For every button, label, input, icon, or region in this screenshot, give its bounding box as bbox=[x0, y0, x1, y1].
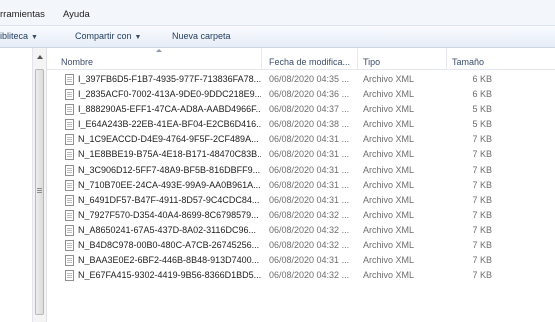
file-name: N_1C9EACCD-D4E9-4764-9F5F-2CF489A... bbox=[78, 134, 259, 145]
file-date-modified: 06/08/2020 04:31 ... bbox=[269, 149, 350, 160]
file-size: 7 KB bbox=[472, 224, 492, 235]
file-type: Archivo XML bbox=[363, 149, 415, 160]
file-type: Archivo XML bbox=[363, 104, 415, 115]
share-with-label: Compartir con bbox=[75, 31, 132, 41]
scrollbar-grip bbox=[37, 192, 42, 193]
file-size: 7 KB bbox=[472, 179, 492, 190]
file-name: N_7927F570-D354-40A4-8699-8C6798579... bbox=[78, 209, 259, 220]
file-size: 7 KB bbox=[472, 194, 492, 205]
file-date-modified: 06/08/2020 04:31 ... bbox=[269, 134, 350, 145]
new-folder-button[interactable]: Nueva carpeta bbox=[172, 31, 231, 41]
scroll-up-arrow-icon[interactable] bbox=[37, 55, 43, 59]
navigation-pane[interactable] bbox=[0, 48, 33, 322]
file-row[interactable]: N_6491DF57-B47F-4911-8D57-9C4CDC84... 06/… bbox=[47, 193, 555, 208]
file-name: N_6491DF57-B47F-4911-8D57-9C4CDC84... bbox=[78, 194, 260, 205]
file-name: N_710B70EE-24CA-493E-99A9-AA0B961A... bbox=[78, 179, 261, 190]
file-type: Archivo XML bbox=[363, 224, 415, 235]
file-date-modified: 06/08/2020 04:32 ... bbox=[269, 224, 350, 235]
file-type: Archivo XML bbox=[363, 134, 415, 145]
column-header-type[interactable]: Tipo bbox=[358, 48, 447, 70]
file-row[interactable]: N_3C906D12-5FF7-48A9-BF5B-816DBFF9... 06/… bbox=[47, 163, 555, 178]
file-name: N_A8650241-67A5-437D-8A02-3116DC96... bbox=[78, 224, 256, 235]
file-size: 7 KB bbox=[472, 240, 492, 251]
file-size: 5 KB bbox=[472, 119, 492, 130]
file-row[interactable]: N_710B70EE-24CA-493E-99A9-AA0B961A... 06/… bbox=[47, 178, 555, 193]
file-type: Archivo XML bbox=[363, 194, 415, 205]
file-row[interactable]: N_E67FA415-9302-4419-9B56-8366D1BD5... 06… bbox=[47, 268, 555, 283]
file-name: N_BAA3E0E2-6BF2-446B-8B48-913D7400... bbox=[78, 255, 260, 266]
column-header-name[interactable]: Nombre bbox=[47, 48, 262, 70]
file-size: 7 KB bbox=[472, 209, 492, 220]
file-list-header: Nombre Fecha de modifica... Tipo Tamaño bbox=[47, 48, 555, 70]
file-name: N_3C906D12-5FF7-48A9-BF5B-816DBFF9... bbox=[78, 164, 261, 175]
file-row[interactable]: I_E64A243B-22EB-41EA-BF04-E2CB6D416... 06… bbox=[47, 117, 555, 132]
file-type: Archivo XML bbox=[363, 240, 415, 251]
file-name: N_1E8BBE19-B75A-4E18-B171-48470C83B... bbox=[78, 149, 261, 160]
file-date-modified: 06/08/2020 04:31 ... bbox=[269, 164, 350, 175]
sort-ascending-icon bbox=[156, 49, 162, 52]
file-size: 7 KB bbox=[472, 270, 492, 281]
file-type: Archivo XML bbox=[363, 270, 415, 281]
file-size: 5 KB bbox=[472, 104, 492, 115]
chevron-down-icon: ▼ bbox=[134, 34, 142, 41]
include-in-library-button[interactable]: ibliteca ▼ bbox=[0, 31, 38, 41]
navigation-pane-scrollbar[interactable] bbox=[33, 48, 47, 322]
file-size: 7 KB bbox=[472, 134, 492, 145]
file-name: N_E67FA415-9302-4419-9B56-8366D1BD5... bbox=[78, 270, 261, 281]
file-date-modified: 06/08/2020 04:32 ... bbox=[269, 270, 350, 281]
file-row[interactable]: I_397FB6D5-F1B7-4935-977F-713836FA78... 0… bbox=[47, 72, 555, 87]
scrollbar-grip bbox=[37, 190, 42, 191]
menu-bar: rramientas Ayuda bbox=[0, 0, 555, 26]
file-row[interactable]: N_7927F570-D354-40A4-8699-8C6798579... 06… bbox=[47, 208, 555, 223]
file-date-modified: 06/08/2020 04:32 ... bbox=[269, 209, 350, 220]
file-date-modified: 06/08/2020 04:36 ... bbox=[269, 89, 350, 100]
chevron-down-icon: ▼ bbox=[31, 34, 38, 41]
file-name: I_2835ACF0-7002-413A-9DE0-9DDC218E9... bbox=[78, 89, 261, 100]
column-header-date[interactable]: Fecha de modifica... bbox=[262, 48, 358, 70]
file-type: Archivo XML bbox=[363, 164, 415, 175]
include-in-library-label: ibliteca bbox=[0, 31, 29, 41]
share-with-button[interactable]: Compartir con ▼ bbox=[75, 31, 141, 41]
file-size: 6 KB bbox=[472, 74, 492, 84]
file-type: Archivo XML bbox=[363, 74, 415, 84]
file-size: 7 KB bbox=[472, 149, 492, 160]
file-name: I_397FB6D5-F1B7-4935-977F-713836FA78... bbox=[78, 74, 261, 84]
file-date-modified: 06/08/2020 04:37 ... bbox=[269, 104, 350, 115]
file-name: I_E64A243B-22EB-41EA-BF04-E2CB6D416... bbox=[78, 119, 261, 130]
column-header-size[interactable]: Tamaño bbox=[447, 48, 504, 70]
file-row[interactable]: I_2835ACF0-7002-413A-9DE0-9DDC218E9... 06… bbox=[47, 87, 555, 102]
file-name: I_888290A5-EFF1-47CA-AD8A-AABD4966F... bbox=[78, 104, 261, 115]
file-row[interactable]: N_1C9EACCD-D4E9-4764-9F5F-2CF489A... 06/0… bbox=[47, 132, 555, 147]
file-type: Archivo XML bbox=[363, 255, 415, 266]
menu-item-ayuda[interactable]: Ayuda bbox=[63, 9, 90, 20]
file-date-modified: 06/08/2020 04:31 ... bbox=[269, 179, 350, 190]
file-size: 7 KB bbox=[472, 255, 492, 266]
file-type: Archivo XML bbox=[363, 179, 415, 190]
file-row[interactable]: N_1E8BBE19-B75A-4E18-B171-48470C83B... 06… bbox=[47, 147, 555, 162]
command-bar: ibliteca ▼ Compartir con ▼ Nueva carpeta bbox=[0, 26, 555, 48]
file-date-modified: 06/08/2020 04:38 ... bbox=[269, 119, 350, 130]
file-row[interactable]: N_B4D8C978-00B0-480C-A7CB-26745256... 06/… bbox=[47, 238, 555, 253]
file-date-modified: 06/08/2020 04:31 ... bbox=[269, 255, 350, 266]
file-name: N_B4D8C978-00B0-480C-A7CB-26745256... bbox=[78, 240, 260, 251]
file-date-modified: 06/08/2020 04:31 ... bbox=[269, 194, 350, 205]
file-type: Archivo XML bbox=[363, 209, 415, 220]
column-header-name-label: Nombre bbox=[61, 57, 94, 67]
file-row[interactable]: N_A8650241-67A5-437D-8A02-3116DC96... 06/… bbox=[47, 223, 555, 238]
menu-item-herramientas[interactable]: rramientas bbox=[0, 9, 45, 20]
file-date-modified: 06/08/2020 04:35 ... bbox=[269, 74, 350, 84]
file-size: 6 KB bbox=[472, 89, 492, 100]
file-list: I_397FB6D5-F1B7-4935-977F-713836FA78... 0… bbox=[47, 72, 555, 283]
file-type: Archivo XML bbox=[363, 89, 415, 100]
file-date-modified: 06/08/2020 04:32 ... bbox=[269, 240, 350, 251]
file-row[interactable]: N_BAA3E0E2-6BF2-446B-8B48-913D7400... 06/… bbox=[47, 253, 555, 268]
file-row[interactable]: I_888290A5-EFF1-47CA-AD8A-AABD4966F... 06… bbox=[47, 102, 555, 117]
file-type: Archivo XML bbox=[363, 119, 415, 130]
scrollbar-thumb[interactable] bbox=[35, 69, 44, 315]
scrollbar-grip bbox=[37, 188, 42, 189]
file-size: 7 KB bbox=[472, 164, 492, 175]
